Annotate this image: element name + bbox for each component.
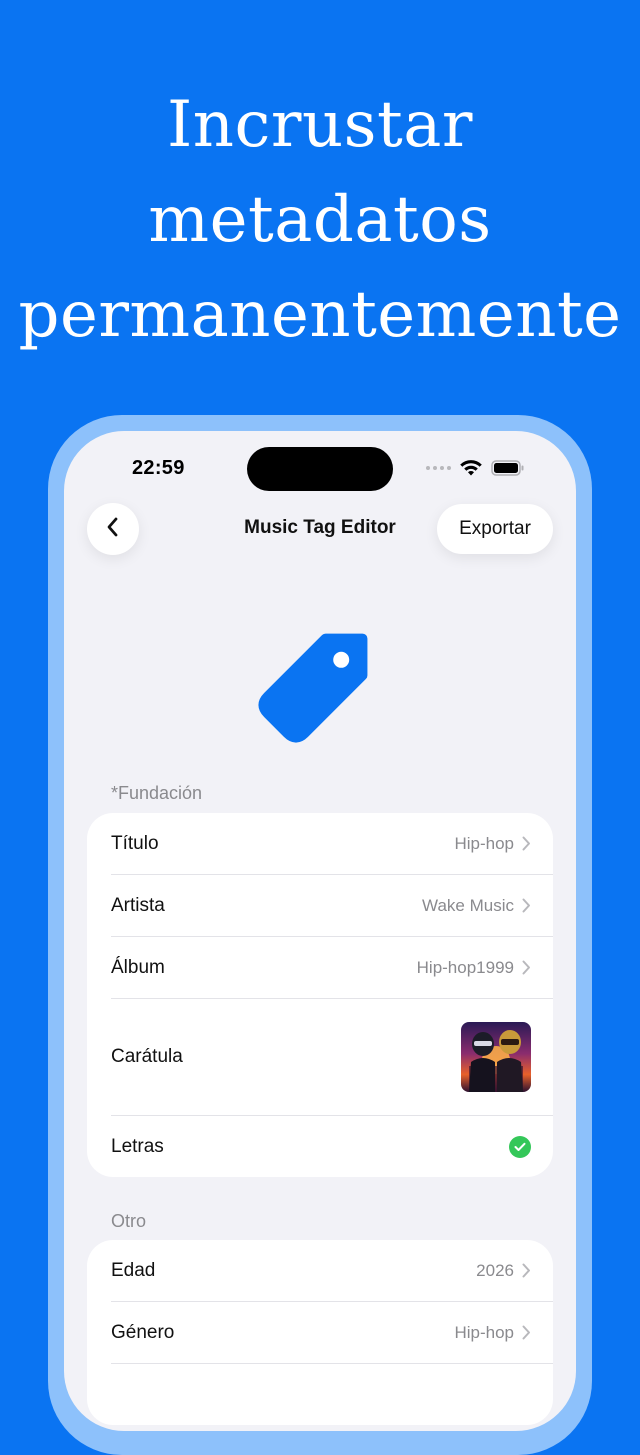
row-value: Hip-hop1999 <box>416 957 514 977</box>
row-value: Wake Music <box>422 895 514 915</box>
foundation-card: Título Hip-hop Artista Wake Music Álbum … <box>87 813 553 1177</box>
battery-icon <box>491 460 525 476</box>
headline-line-2: metadatos <box>148 183 492 257</box>
row-label: Título <box>111 832 159 854</box>
status-time: 22:59 <box>132 457 185 479</box>
chevron-right-icon <box>522 836 531 851</box>
other-card: Edad 2026 Género Hip-hop <box>87 1240 553 1425</box>
row-label: Edad <box>111 1259 156 1281</box>
row-value: Hip-hop <box>454 1322 514 1342</box>
wifi-icon <box>459 459 483 477</box>
row-label: Carátula <box>111 1046 183 1067</box>
row-genre[interactable]: Género Hip-hop <box>111 1302 553 1364</box>
phone-screen: 22:59 Music Tag Editor Exportar *Fundaci… <box>64 431 576 1431</box>
row-title[interactable]: Título Hip-hop <box>111 813 553 875</box>
row-label: Género <box>111 1321 175 1343</box>
status-indicators <box>426 457 525 479</box>
section-label-other: Otro <box>111 1211 147 1231</box>
export-button[interactable]: Exportar <box>437 504 553 554</box>
headline: Incrustar metadatos permanentemente <box>0 78 640 363</box>
chevron-right-icon <box>522 898 531 913</box>
dynamic-island <box>247 447 393 491</box>
chevron-right-icon <box>522 1325 531 1340</box>
row-year[interactable]: Edad 2026 <box>111 1240 553 1302</box>
headline-line-3: permanentemente <box>18 278 622 352</box>
row-label: Letras <box>111 1135 164 1157</box>
section-label-foundation: *Fundación <box>111 783 203 803</box>
row-value: Hip-hop <box>454 833 514 853</box>
row-album[interactable]: Álbum Hip-hop1999 <box>111 937 553 999</box>
row-artist[interactable]: Artista Wake Music <box>111 875 553 937</box>
chevron-right-icon <box>522 960 531 975</box>
row-label: Álbum <box>111 956 165 978</box>
row-label: Artista <box>111 894 165 916</box>
check-icon <box>509 1135 531 1158</box>
row-more[interactable] <box>111 1364 553 1425</box>
cover-art-thumbnail[interactable] <box>461 1022 531 1092</box>
row-value: 2026 <box>476 1260 514 1280</box>
chevron-right-icon <box>522 1263 531 1278</box>
row-lyrics[interactable]: Letras <box>111 1116 553 1177</box>
signal-icon <box>426 466 451 470</box>
tag-icon <box>250 611 390 751</box>
headline-line-1: Incrustar <box>167 88 473 162</box>
row-cover-art[interactable]: Carátula <box>111 999 553 1116</box>
